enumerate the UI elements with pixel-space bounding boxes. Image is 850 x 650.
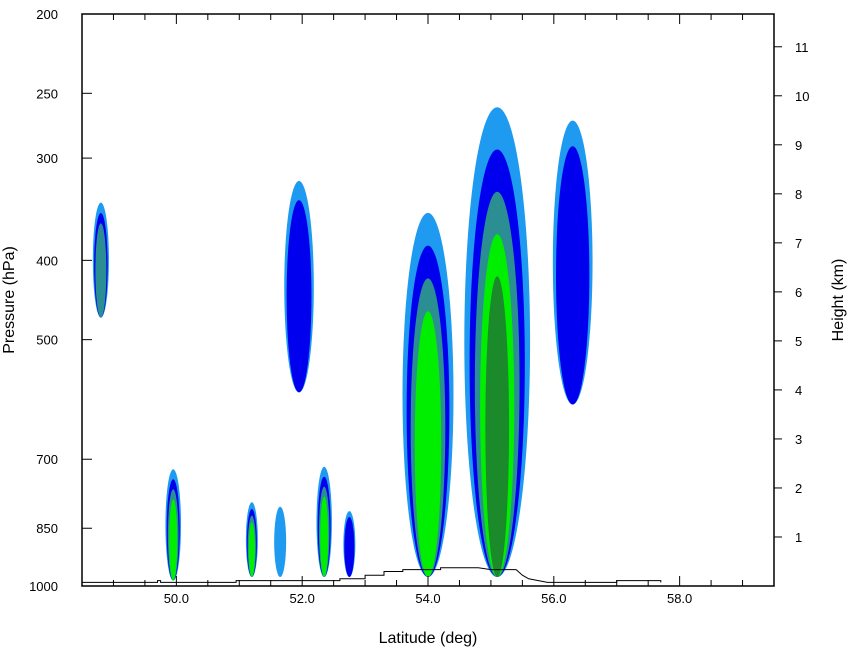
pressure-tick-label: 400 <box>36 253 58 268</box>
height-tick-label: 1 <box>795 530 802 545</box>
pressure-tick-label: 700 <box>36 452 58 467</box>
height-tick-label: 7 <box>795 236 802 251</box>
x-tick-label: 54.0 <box>415 591 440 606</box>
contour-cell-level-3 <box>169 499 178 581</box>
height-tick-label: 3 <box>795 432 802 447</box>
contour-cell-level-2 <box>95 223 107 318</box>
height-tick-label: 9 <box>795 138 802 153</box>
x-tick-label: 52.0 <box>290 591 315 606</box>
contour-cell-level-4 <box>485 276 510 578</box>
contour-cell-level-1 <box>286 200 312 393</box>
pressure-tick-label: 200 <box>36 7 58 22</box>
contour-cell-level-3 <box>414 311 442 578</box>
right-axis-title: Height (km) <box>830 259 847 342</box>
pressure-tick-label: 300 <box>36 151 58 166</box>
pressure-tick-label: 250 <box>36 86 58 101</box>
x-tick-label: 56.0 <box>541 591 566 606</box>
pressure-tick-label: 850 <box>36 521 58 536</box>
contour-fill-layer <box>92 107 593 581</box>
x-tick-label: 58.0 <box>667 591 692 606</box>
height-axis-ticks: 1 2 3 4 5 6 7 8 9 10 11 <box>774 40 809 545</box>
height-tick-label: 5 <box>795 334 802 349</box>
height-tick-label: 11 <box>795 40 809 55</box>
contour-cell-level-0 <box>274 506 287 578</box>
contour-cell-level-3 <box>320 496 329 578</box>
pressure-tick-label: 500 <box>36 333 58 348</box>
left-axis-title: Pressure (hPa) <box>1 246 18 354</box>
height-tick-label: 2 <box>795 481 802 496</box>
x-axis-title: Latitude (deg) <box>379 630 478 647</box>
pressure-tick-label: 1000 <box>29 579 58 594</box>
height-tick-label: 4 <box>795 383 802 398</box>
x-tick-label: 50.0 <box>164 591 189 606</box>
height-tick-label: 8 <box>795 187 802 202</box>
cross-section-chart: 50.0 52.0 54.0 56.0 58.0 200 250 300 400 500 700 8… <box>1 7 847 647</box>
contour-cell-level-3 <box>248 522 255 578</box>
contour-cell-level-1 <box>556 146 590 405</box>
height-tick-label: 6 <box>795 285 802 300</box>
height-tick-label: 10 <box>795 89 809 104</box>
contour-cell-level-1 <box>344 517 355 578</box>
